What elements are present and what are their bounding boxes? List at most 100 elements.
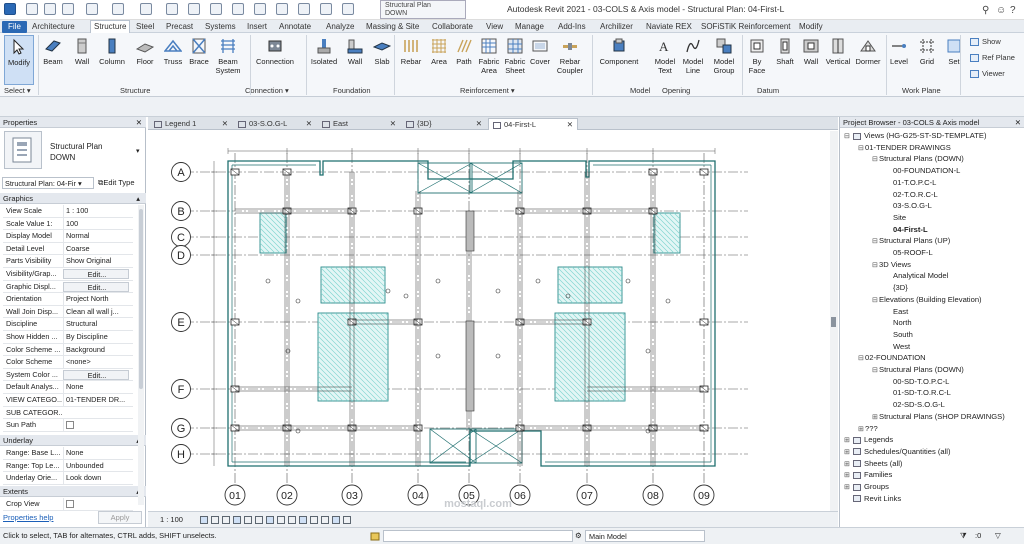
property-value[interactable]: Look down [63, 472, 129, 485]
grid-bubble-09[interactable]: 09 [693, 484, 715, 506]
save-icon[interactable] [44, 3, 56, 15]
property-value[interactable]: Structural [63, 318, 129, 331]
structural-plan-drawing[interactable]: ABCDEFGH01 02 03 04 05 06 07 08 09mostaql.com [148, 131, 830, 511]
open-icon[interactable] [26, 3, 38, 15]
print-icon[interactable] [140, 3, 152, 15]
design-option-dropdown[interactable]: Main Model [585, 530, 705, 542]
unlock-3d-icon[interactable] [277, 516, 285, 524]
tab-sofistik-reinforcement[interactable]: SOFiSTiK Reinforcement [701, 21, 791, 33]
type-dropdown-arrow-icon[interactable]: ▾ [136, 147, 140, 155]
grid-bubble-E[interactable]: E [171, 312, 191, 332]
by-face-button[interactable]: By Face [745, 35, 769, 85]
brace-button[interactable]: Brace [188, 35, 210, 85]
property-value[interactable] [63, 419, 129, 432]
area-button[interactable]: Area [428, 35, 450, 85]
close-hidden-icon[interactable] [320, 3, 332, 15]
core-wall-left[interactable] [259, 212, 287, 254]
property-row-sub-categor[interactable]: SUB CATEGOR... [3, 407, 133, 420]
property-row-orientation[interactable]: Orientation Project North [3, 293, 133, 306]
column-button[interactable]: Column [97, 35, 127, 85]
group-underlay[interactable]: Underlay ▴ [0, 435, 146, 446]
grid-bubble-C[interactable]: C [171, 227, 191, 247]
browser-item-west[interactable]: West [886, 341, 910, 352]
wall-button[interactable]: Wall [70, 35, 94, 85]
view-tab-04-first-l[interactable]: 04-First-L ✕ [488, 118, 578, 130]
crop-icon[interactable] [255, 516, 263, 524]
grid-bubble-01[interactable]: 01 [224, 484, 246, 506]
truss-button[interactable]: Truss [162, 35, 184, 85]
workset-dropdown[interactable] [383, 530, 573, 542]
collapse-icon[interactable]: ⊟ [858, 353, 865, 364]
property-row-parts-visibility[interactable]: Parts Visibility Show Original [3, 255, 133, 268]
panel-model[interactable]: Model [630, 86, 650, 95]
grid-bubble-03[interactable]: 03 [341, 484, 363, 506]
tab-modify[interactable]: Modify [799, 21, 823, 33]
highlight-boundaries-icon[interactable] [332, 516, 340, 524]
property-row-default-analys[interactable]: Default Analys... None [3, 381, 133, 394]
floor-button[interactable]: Floor [132, 35, 158, 85]
apply-button[interactable]: Apply [98, 511, 142, 524]
aligned-dimension-icon[interactable] [188, 3, 200, 15]
tab-steel[interactable]: Steel [136, 21, 154, 33]
property-value[interactable]: Normal [63, 230, 129, 243]
editable-only-icon[interactable]: ⚙ [575, 528, 582, 544]
property-row-range-base-l[interactable]: Range: Base L... None [3, 447, 133, 460]
browser-item-00-sd-t-o-p-c-l[interactable]: 00-SD-T.O.P.C-L [886, 376, 949, 387]
property-row-detail-level[interactable]: Detail Level Coarse [3, 242, 133, 256]
switch-windows-icon[interactable] [342, 3, 354, 15]
lift-core-left[interactable] [320, 266, 386, 304]
property-value[interactable]: Edit... [63, 369, 129, 380]
lift-core-right[interactable] [557, 266, 623, 304]
property-value[interactable]: None [63, 447, 129, 459]
tab-massing-site[interactable]: Massing & Site [366, 21, 419, 33]
browser-item-04-first-l[interactable]: 04-First-L [886, 224, 928, 235]
user-icon[interactable]: ☺ [996, 5, 1006, 16]
temporary-hide-icon[interactable] [288, 516, 296, 524]
grid-bubble-H[interactable]: H [171, 444, 191, 464]
browser-item-legends[interactable]: ⊞ Legends [844, 434, 893, 446]
browser-item-north[interactable]: North [886, 317, 912, 328]
undo-icon[interactable] [86, 3, 98, 15]
panel-foundation[interactable]: Foundation [333, 86, 371, 95]
browser-item-revit-links[interactable]: Revit Links [844, 493, 901, 504]
tab-architecture[interactable]: Architecture [32, 21, 75, 33]
browser-item-views-hg-g25-st-sd-template[interactable]: ⊟ Views (HG-G25-ST-SD-TEMPLATE) [844, 130, 987, 142]
browser-item-00-foundation-l[interactable]: 00-FOUNDATION-L [886, 165, 960, 176]
expand-icon[interactable]: ⊞ [872, 412, 879, 423]
close-icon[interactable]: ✕ [136, 117, 142, 128]
property-value[interactable]: Show Original [63, 255, 129, 268]
panel-structure[interactable]: Structure [120, 86, 150, 95]
group-graphics[interactable]: Graphics ▴ [0, 193, 146, 204]
set-button[interactable]: Set [943, 35, 965, 85]
path-button[interactable]: Path [453, 35, 475, 85]
selection-filter-icon[interactable]: ⧩ [960, 528, 967, 544]
property-row-graphic-displ[interactable]: Graphic Displ... Edit... [3, 281, 133, 294]
edit-type-button[interactable]: ⧉Edit Type [98, 178, 135, 188]
tab-add-ins[interactable]: Add-Ins [558, 21, 586, 33]
browser-item-families[interactable]: ⊞ Families [844, 469, 892, 481]
property-value[interactable]: Clean all wall j... [63, 305, 129, 318]
tab-systems[interactable]: Systems [205, 21, 236, 33]
view-tab-legend-1[interactable]: Legend 1 ✕ [150, 118, 232, 130]
tag-icon[interactable] [210, 3, 222, 15]
instance-selector[interactable]: Structural Plan: 04-Fir ▾ [2, 177, 94, 189]
property-row-system-color[interactable]: System Color ... Edit... [3, 369, 133, 382]
rebar-button[interactable]: Rebar [398, 35, 424, 85]
stair-core-left[interactable] [317, 312, 389, 402]
view-tab-03-s-o-g-l[interactable]: 03-S.O.G-L ✕ [234, 118, 316, 130]
text-icon[interactable] [232, 3, 244, 15]
fabric-area-button[interactable]: Fabric Area [478, 35, 500, 85]
property-row-view-scale[interactable]: View Scale 1 : 100 [3, 205, 133, 218]
browser-item-elevations-building-elevation[interactable]: ⊟Elevations (Building Elevation) [872, 294, 982, 306]
browser-item-01-t-o-p-c-l[interactable]: 01-T.O.P.C-L [886, 177, 936, 188]
redo-icon[interactable] [112, 3, 124, 15]
render-icon[interactable] [244, 516, 252, 524]
browser-item-sheets-all[interactable]: ⊞ Sheets (all) [844, 458, 902, 470]
group-extents[interactable]: Extents ▴ [0, 486, 146, 497]
panel-connection[interactable]: Connection ▾ [245, 86, 289, 95]
property-row-discipline[interactable]: Discipline Structural [3, 318, 133, 331]
dormer-button[interactable]: Dormer [853, 35, 883, 85]
panel-reinforcement[interactable]: Reinforcement ▾ [460, 86, 515, 95]
tab-manage[interactable]: Manage [515, 21, 544, 33]
filter-icon[interactable]: ▽ [995, 528, 1001, 544]
